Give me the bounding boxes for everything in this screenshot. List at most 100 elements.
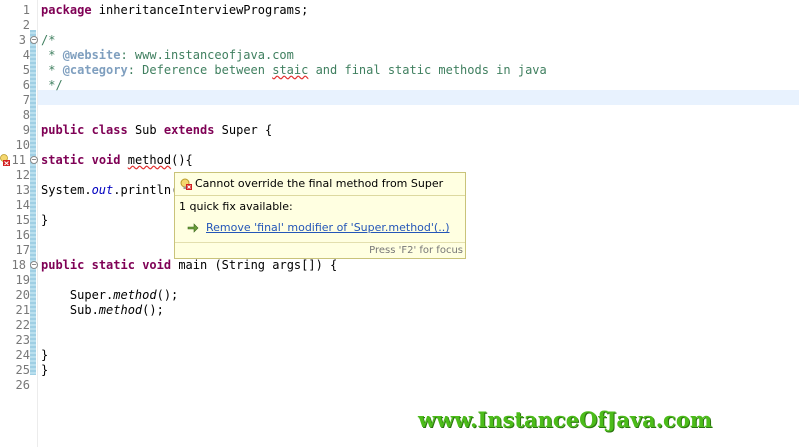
code-line[interactable]: 8 bbox=[0, 108, 799, 123]
code-line[interactable]: 20 Super.method(); bbox=[0, 288, 799, 303]
code-line[interactable]: 5 * @category: Deference between staic a… bbox=[0, 63, 799, 78]
code-token: main (String args[]) { bbox=[171, 258, 338, 272]
code-token: * bbox=[41, 48, 63, 62]
popup-header: Cannot override the final method from Su… bbox=[175, 173, 465, 196]
line-number: 16 bbox=[15, 228, 30, 242]
line-number: 5 bbox=[22, 63, 30, 77]
code-line[interactable]: 18− public static void main (String args[… bbox=[0, 258, 799, 273]
code-text[interactable]: } bbox=[41, 348, 48, 363]
line-number: 8 bbox=[22, 108, 30, 122]
code-line[interactable]: 6 */ bbox=[0, 78, 799, 93]
code-text[interactable]: package inheritanceInterviewPrograms; bbox=[41, 3, 308, 18]
code-line[interactable]: 1 package inheritanceInterviewPrograms; bbox=[0, 3, 799, 18]
code-token: * bbox=[41, 63, 63, 77]
popup-error-message: Cannot override the final method from Su… bbox=[195, 177, 444, 190]
code-text[interactable]: * @category: Deference between staic and… bbox=[41, 63, 547, 78]
quickfix-link-label[interactable]: Remove 'final' modifier of 'Super.method… bbox=[206, 220, 450, 235]
line-number: 13 bbox=[15, 183, 30, 197]
code-line[interactable]: 26 bbox=[0, 378, 799, 393]
code-line[interactable]: 9 public class Sub extends Super { bbox=[0, 123, 799, 138]
line-number: 23 bbox=[15, 333, 30, 347]
line-number: 6 bbox=[22, 78, 30, 92]
code-token: : Deference between bbox=[127, 63, 273, 77]
line-number: 15 bbox=[15, 213, 30, 227]
line-number: 1 bbox=[22, 3, 30, 17]
code-token: } bbox=[41, 363, 49, 377]
quickfix-count-label: 1 quick fix available: bbox=[179, 200, 293, 213]
line-number: 3 bbox=[18, 33, 26, 47]
line-number: 19 bbox=[15, 273, 30, 287]
line-number: 26 bbox=[15, 378, 30, 392]
watermark: www.InstanceOfJava.com bbox=[418, 407, 713, 432]
code-line[interactable]: 22 bbox=[0, 318, 799, 333]
code-line[interactable]: 7 bbox=[0, 93, 799, 108]
code-token: out bbox=[91, 183, 114, 197]
code-token: Super { bbox=[214, 123, 273, 137]
code-line[interactable]: 11− static void method(){ bbox=[0, 153, 799, 168]
fold-toggle-icon[interactable]: − bbox=[30, 36, 38, 44]
code-token: } bbox=[41, 348, 49, 362]
code-line[interactable]: 4 * @website: www.instanceofjava.com bbox=[0, 48, 799, 63]
code-token: */ bbox=[41, 78, 63, 92]
line-number: 17 bbox=[15, 243, 30, 257]
line-number: 12 bbox=[15, 168, 30, 182]
code-token: Super. bbox=[41, 288, 114, 302]
code-token: Sub bbox=[127, 123, 164, 137]
code-token: (){ bbox=[171, 153, 193, 167]
fold-toggle-icon[interactable]: − bbox=[30, 156, 38, 164]
line-number: 10 bbox=[15, 138, 30, 152]
code-token: static bbox=[41, 153, 85, 167]
code-token: staic bbox=[272, 63, 309, 77]
code-line[interactable]: 21 Sub.method(); bbox=[0, 303, 799, 318]
code-token: public bbox=[41, 123, 85, 137]
code-token: void bbox=[91, 153, 121, 167]
error-hover-popup[interactable]: Cannot override the final method from Su… bbox=[174, 172, 466, 259]
code-text[interactable]: */ bbox=[41, 78, 63, 93]
code-text[interactable]: Super.method(); bbox=[41, 288, 178, 303]
code-text[interactable]: } bbox=[41, 363, 48, 378]
code-token: : www.instanceofjava.com bbox=[120, 48, 294, 62]
line-number: 14 bbox=[15, 198, 30, 212]
code-token: (); bbox=[142, 303, 164, 317]
code-line[interactable]: 10 bbox=[0, 138, 799, 153]
code-token: System. bbox=[41, 183, 92, 197]
line-number: 20 bbox=[15, 288, 30, 302]
code-text[interactable]: /* bbox=[41, 33, 55, 48]
code-line[interactable]: 25} bbox=[0, 363, 799, 378]
line-number: 4 bbox=[22, 48, 30, 62]
code-text[interactable]: System.out.println( bbox=[41, 183, 178, 198]
code-token: extends bbox=[163, 123, 215, 137]
code-token: package bbox=[41, 3, 92, 17]
focus-hint: Press 'F2' for focus bbox=[369, 245, 463, 256]
code-text[interactable]: } bbox=[41, 213, 48, 228]
line-number: 9 bbox=[22, 123, 30, 137]
code-token: and final static methods in java bbox=[308, 63, 547, 77]
quick-fix-arrow-icon bbox=[187, 223, 199, 233]
code-line[interactable]: 2 bbox=[0, 18, 799, 33]
code-text[interactable]: Sub.method(); bbox=[41, 303, 164, 318]
line-number: 25 bbox=[15, 363, 30, 377]
code-line[interactable]: 19 bbox=[0, 273, 799, 288]
code-text[interactable]: static void method(){ bbox=[41, 153, 193, 168]
error-lightbulb-icon bbox=[180, 178, 192, 190]
code-line[interactable]: 3−/* bbox=[0, 33, 799, 48]
line-number: 2 bbox=[22, 18, 30, 32]
code-line[interactable]: 23 bbox=[0, 333, 799, 348]
code-token: inheritanceInterviewPrograms; bbox=[91, 3, 309, 17]
code-text[interactable]: * @website: www.instanceofjava.com bbox=[41, 48, 294, 63]
quickfix-link[interactable]: Remove 'final' modifier of 'Super.method… bbox=[187, 220, 457, 236]
code-text[interactable]: public static void main (String args[]) … bbox=[41, 258, 337, 273]
code-token: method bbox=[127, 153, 172, 167]
fold-toggle-icon[interactable]: − bbox=[30, 261, 38, 269]
code-token: method bbox=[98, 303, 143, 317]
code-token: static bbox=[91, 258, 135, 272]
code-text[interactable]: public class Sub extends Super { bbox=[41, 123, 272, 138]
code-line[interactable]: 24} bbox=[0, 348, 799, 363]
code-token: /* bbox=[41, 33, 56, 47]
line-number: 7 bbox=[22, 93, 30, 107]
error-lightbulb-icon[interactable] bbox=[0, 154, 10, 166]
